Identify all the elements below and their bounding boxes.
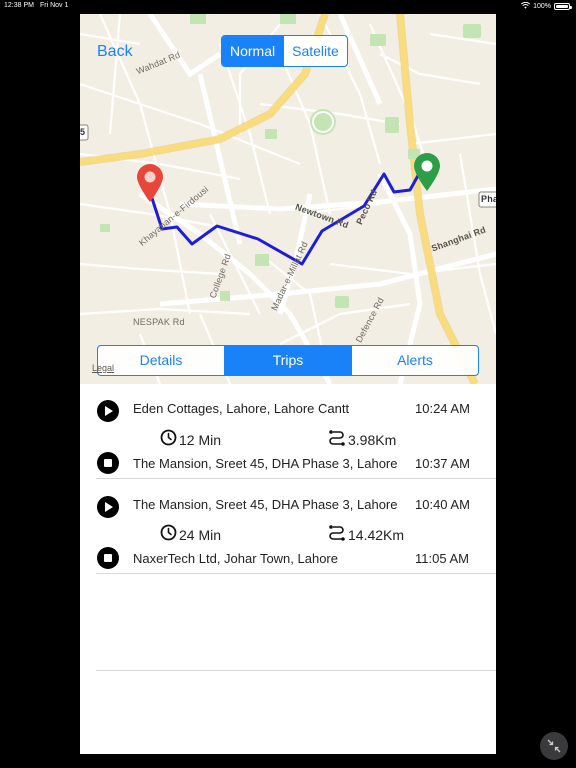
tab-details[interactable]: Details [98,346,224,375]
trip-start-row: Eden Cottages, Lahore, Lahore Cantt 10:2… [80,400,496,422]
battery-percent: 100% [533,3,551,10]
trip-start-row: The Mansion, Sreet 45, DHA Phase 3, Laho… [80,496,496,518]
trip-start-address: Eden Cottages, Lahore, Lahore Cantt [133,401,350,416]
stop-icon [97,452,119,474]
collapse-arrows-icon[interactable] [540,732,568,760]
map-type-segmented-control: Normal Satelite [221,35,348,67]
status-date: Fri Nov 1 [40,2,69,9]
start-location-pin-icon[interactable] [135,163,165,203]
detail-tabs: Details Trips Alerts [97,345,479,376]
legal-link[interactable]: Legal [92,363,114,373]
trip-end-address: NaxerTech Ltd, Johar Town, Lahore [133,551,338,566]
trip-start-time: 10:24 AM [415,401,470,416]
trip-distance-value: 3.98Km [348,431,397,448]
status-right: 100% [521,1,572,11]
wifi-icon [521,1,531,11]
clock-icon [160,524,177,545]
route-icon [328,429,346,450]
map-type-satellite[interactable]: Satelite [283,36,347,66]
battery-fill [556,5,568,8]
clock-icon [160,429,177,450]
route-icon [328,524,346,545]
trip-distance: 14.42Km [328,524,404,545]
trip-duration: 24 Min [160,524,221,545]
trip-card[interactable]: Eden Cottages, Lahore, Lahore Cantt 10:2… [80,384,496,479]
map-type-normal[interactable]: Normal [222,36,284,66]
trip-distance: 3.98Km [328,429,396,450]
battery-icon [554,3,572,10]
trip-card[interactable]: The Mansion, Sreet 45, DHA Phase 3, Laho… [80,479,496,574]
tab-trips[interactable]: Trips [224,346,351,375]
back-button[interactable]: Back [97,43,133,61]
map-label-pha: Pha [481,194,496,204]
trip-end-address: The Mansion, Sreet 45, DHA Phase 3, Laho… [133,456,398,471]
trip-distance-value: 14.42Km [348,526,405,543]
trip-sheet: Wahdat Rd Khayaban-e-Firdousi Newtown Rd… [80,14,496,754]
status-bar: 12:38 PM Fri Nov 1 100% [0,0,576,14]
end-location-pin-icon[interactable] [412,152,442,192]
trips-list: Eden Cottages, Lahore, Lahore Cantt 10:2… [80,384,496,754]
trip-start-address: The Mansion, Sreet 45, DHA Phase 3, Laho… [133,497,398,512]
trip-end-row: NaxerTech Ltd, Johar Town, Lahore 11:05 … [80,547,496,570]
trip-duration-value: 24 Min [179,526,222,543]
play-icon [97,400,119,422]
trip-end-time: 10:37 AM [415,456,470,471]
trip-separator [96,573,496,574]
map-view[interactable]: Wahdat Rd Khayaban-e-Firdousi Newtown Rd… [80,14,496,384]
empty-row-separator [96,670,496,671]
status-time: 12:38 PM [4,2,34,9]
trip-start-time: 10:40 AM [415,497,470,512]
tab-alerts[interactable]: Alerts [351,346,478,375]
stop-icon [97,547,119,569]
map-label-shield: 5 [80,127,86,137]
play-icon [97,496,119,518]
trip-end-row: The Mansion, Sreet 45, DHA Phase 3, Laho… [80,452,496,475]
trip-end-time: 11:05 AM [415,551,469,566]
map-label-nespak-rd: NESPAK Rd [133,317,185,327]
trip-duration: 12 Min [160,429,221,450]
trip-duration-value: 12 Min [179,431,222,448]
